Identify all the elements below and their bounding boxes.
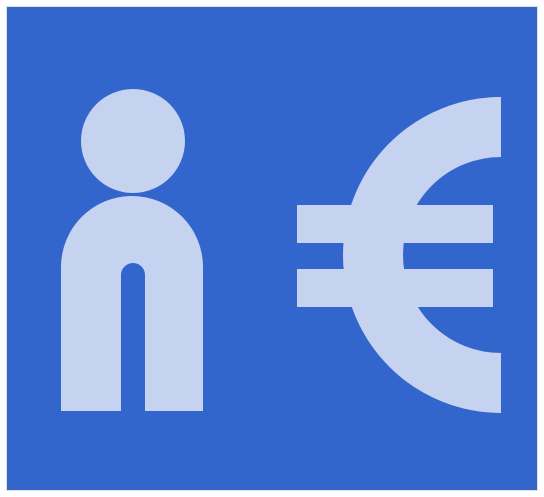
euro-lower-bar-shape — [297, 269, 493, 307]
info-i-icon — [61, 89, 203, 411]
info-euro-icon — [61, 89, 502, 413]
info-euro-sign-tile — [6, 6, 538, 491]
euro-sign-icon — [297, 97, 502, 413]
euro-arc-shape — [343, 97, 502, 413]
info-dot-shape — [81, 89, 185, 193]
euro-upper-bar-shape — [297, 205, 493, 243]
info-stem-shape — [61, 196, 203, 411]
